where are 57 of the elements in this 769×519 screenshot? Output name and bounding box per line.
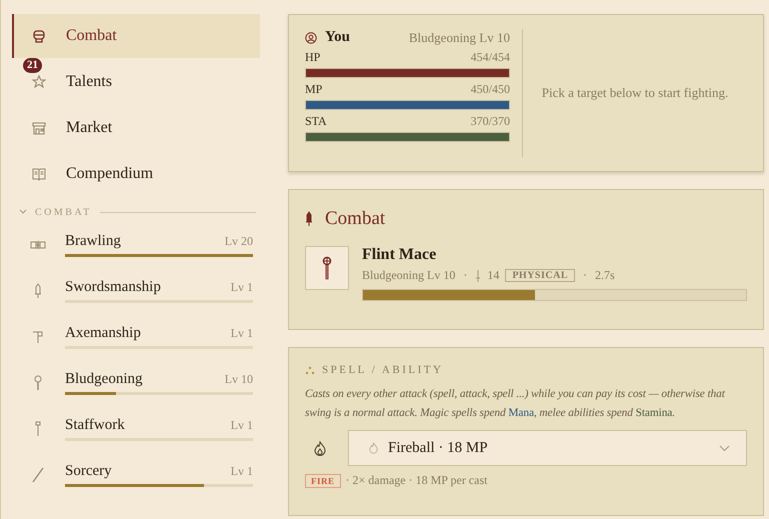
sword-icon bbox=[34, 283, 42, 299]
sparkle-icon bbox=[305, 366, 315, 374]
player-name: You bbox=[325, 29, 350, 46]
nav-item[interactable]: 21 Talents bbox=[12, 60, 260, 104]
skill-level: Lv 1 bbox=[230, 280, 253, 295]
damage-type-tag: PHYSICAL bbox=[505, 269, 576, 282]
weapon-damage: 14 bbox=[487, 268, 500, 283]
flame-icon bbox=[314, 440, 326, 456]
axe-icon bbox=[32, 330, 44, 344]
skill-name: Swordsmanship bbox=[65, 279, 161, 296]
separator: · bbox=[463, 268, 468, 283]
target-hint: Pick a target below to start fighting. bbox=[542, 85, 728, 101]
skill-level: Lv 10 bbox=[224, 372, 253, 387]
weapon-slot[interactable] bbox=[305, 246, 349, 290]
skill-level: Lv 1 bbox=[230, 326, 253, 341]
skill-name: Staffwork bbox=[65, 417, 125, 434]
wand-icon bbox=[31, 467, 45, 483]
spell-select[interactable]: Fireball · 18 MP bbox=[348, 430, 747, 466]
player-skill-level: Bludgeoning Lv 10 bbox=[408, 30, 510, 46]
stat-reading: 370/370 bbox=[470, 114, 510, 129]
weapon-skill: Bludgeoning Lv 10 bbox=[362, 268, 456, 283]
skill-level: Lv 1 bbox=[230, 418, 253, 433]
star-icon bbox=[32, 75, 46, 89]
user-icon bbox=[305, 32, 317, 44]
nav-item[interactable]: Compendium bbox=[12, 152, 260, 196]
weapon-name: Flint Mace bbox=[362, 246, 436, 263]
sword-icon bbox=[475, 270, 482, 282]
flame-icon bbox=[369, 442, 378, 454]
section-title: SPELL / ABILITY bbox=[322, 364, 444, 376]
nav-item[interactable]: Combat bbox=[12, 14, 260, 58]
stat-reading: 454/454 bbox=[470, 50, 510, 65]
chevron-down-icon bbox=[719, 444, 730, 452]
book-icon bbox=[32, 167, 46, 181]
skill-name: Bludgeoning bbox=[65, 371, 142, 388]
skill-name: Axemanship bbox=[65, 325, 141, 342]
spell-effect: · 2× damage · 18 MP per cast bbox=[346, 473, 488, 488]
attack-speed: 2.7s bbox=[595, 268, 615, 283]
skill-level: Lv 1 bbox=[230, 464, 253, 479]
spell-description: Casts on every other attack (spell, attack, spell ...) while you can pay its cost — otherwise that swing is a normal attack. Magic spells spend Mana, melee abilities spend Stamina. bbox=[305, 387, 726, 421]
shop-icon bbox=[32, 121, 46, 135]
sword-icon bbox=[305, 211, 313, 227]
stat-label: MP bbox=[305, 82, 322, 97]
mace-icon bbox=[321, 256, 333, 280]
section-title: COMBAT bbox=[35, 206, 92, 218]
stat-reading: 450/450 bbox=[470, 82, 510, 97]
nav-item[interactable]: Market bbox=[12, 106, 260, 150]
panel-title: Combat bbox=[325, 208, 386, 230]
stat-label: STA bbox=[305, 114, 327, 129]
element-tag: FIRE bbox=[305, 474, 341, 488]
mace-icon bbox=[33, 375, 43, 391]
skill-name: Sorcery bbox=[65, 463, 112, 480]
notification-badge: 21 bbox=[23, 58, 42, 73]
skill-name: Brawling bbox=[65, 233, 121, 250]
staff-icon bbox=[34, 421, 42, 437]
stat-label: HP bbox=[305, 50, 320, 65]
skill-level: Lv 20 bbox=[224, 234, 253, 249]
separator: · bbox=[583, 268, 588, 283]
